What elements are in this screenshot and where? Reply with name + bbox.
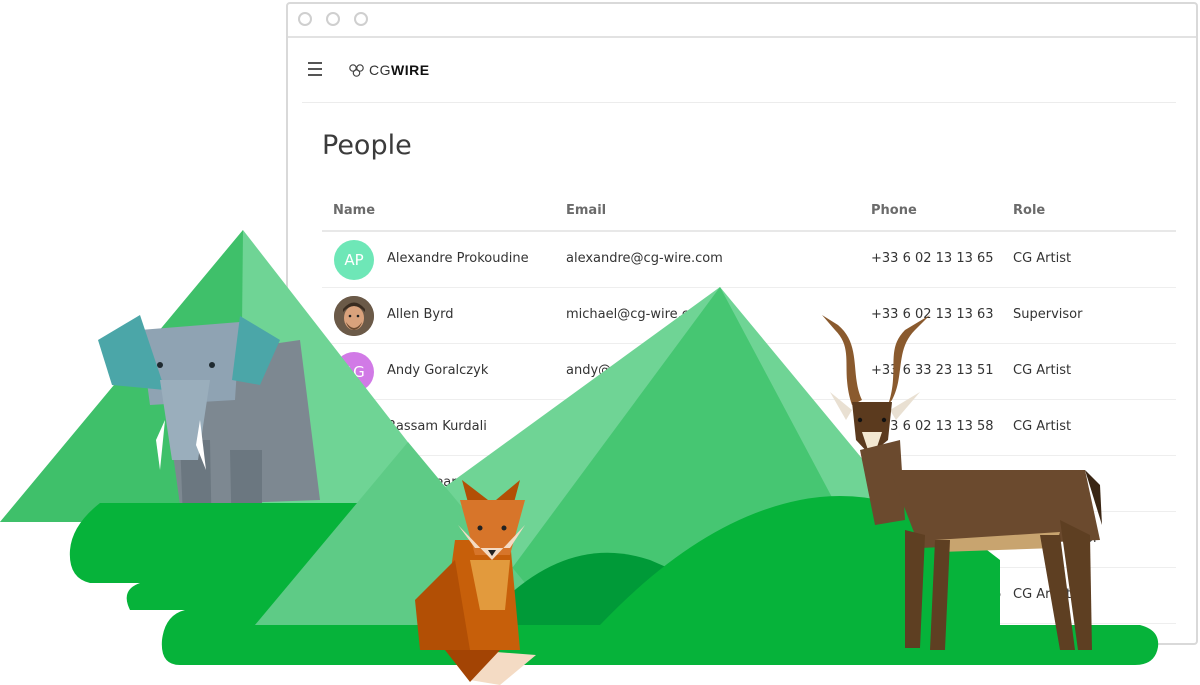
- column-header-name[interactable]: Name: [333, 203, 375, 218]
- person-role: CG Artist: [1013, 363, 1072, 378]
- column-header-phone[interactable]: Phone: [871, 203, 917, 218]
- avatar: AP: [334, 240, 374, 280]
- mountain-left-shade-illustration: [0, 230, 243, 522]
- avatar: CS: [334, 464, 374, 504]
- person-email[interactable]: alexandre@cg-wire.com: [566, 251, 723, 266]
- person-phone: +33 6 02 13 13 63: [871, 307, 994, 322]
- person-photo-icon: [334, 296, 374, 336]
- stage: CG WIRE People Name Email Phone Role AP …: [0, 0, 1200, 685]
- window-titlebar: [288, 4, 1196, 38]
- table-row[interactable]: CS pears: [322, 456, 1176, 512]
- person-name[interactable]: Alexandre Prokoudine: [387, 251, 529, 266]
- table-row[interactable]: 55 CG Artist: [322, 568, 1176, 624]
- person-role: ator: [1072, 531, 1099, 546]
- person-phone: +33 6 02 13 13 58: [871, 419, 994, 434]
- table-row[interactable]: ator: [322, 512, 1176, 568]
- people-table: Name Email Phone Role AP Alexandre Proko…: [322, 194, 1176, 624]
- page-title: People: [322, 130, 412, 161]
- person-name[interactable]: Allen Byrd: [387, 307, 453, 322]
- person-role: CG Artist: [1013, 419, 1072, 434]
- logo-text-wire: WIRE: [391, 62, 430, 78]
- window-maximize-button[interactable]: [354, 12, 368, 26]
- column-header-role[interactable]: Role: [1013, 203, 1045, 218]
- avatar: AG: [334, 352, 374, 392]
- window-minimize-button[interactable]: [326, 12, 340, 26]
- person-role: CG Artist: [1013, 251, 1072, 266]
- browser-window: CG WIRE People Name Email Phone Role AP …: [286, 2, 1198, 645]
- table-row[interactable]: AP Alexandre Prokoudine alexandre@cg-wir…: [322, 232, 1176, 288]
- person-phone: +33 6 33 23 13 51: [871, 363, 994, 378]
- avatar-photo: [334, 296, 374, 336]
- person-name[interactable]: pears: [427, 475, 463, 490]
- app-topbar: CG WIRE: [302, 38, 1176, 103]
- avatar: BK: [334, 408, 374, 448]
- person-name[interactable]: Andy Goralczyk: [387, 363, 488, 378]
- person-email[interactable]: michael@cg-wire.com: [566, 307, 710, 322]
- table-row[interactable]: BK Bassam Kurdali bassam +33 6 02 13 13 …: [322, 400, 1176, 456]
- person-role: CG Artist: [1013, 587, 1072, 602]
- person-role: Supervisor: [1013, 307, 1083, 322]
- person-name[interactable]: Bassam Kurdali: [387, 419, 487, 434]
- menu-icon[interactable]: [308, 62, 322, 76]
- table-row[interactable]: Allen Byrd michael@cg-wire.com +33 6 02 …: [322, 288, 1176, 344]
- person-email[interactable]: bassam: [566, 419, 616, 434]
- person-email[interactable]: andy@cg-wire: [566, 363, 659, 378]
- window-close-button[interactable]: [298, 12, 312, 26]
- column-header-email[interactable]: Email: [566, 203, 606, 218]
- logo-text-cg: CG: [369, 62, 391, 78]
- table-header: Name Email Phone Role: [322, 194, 1176, 232]
- person-phone: +33 6 02 13 13 65: [871, 251, 994, 266]
- person-phone: 55: [985, 587, 1002, 602]
- cgwire-logo[interactable]: CG WIRE: [348, 60, 430, 80]
- avatar: [334, 520, 374, 560]
- cgwire-logo-icon: [349, 64, 364, 77]
- table-row[interactable]: AG Andy Goralczyk andy@cg-wire +33 6 33 …: [322, 344, 1176, 400]
